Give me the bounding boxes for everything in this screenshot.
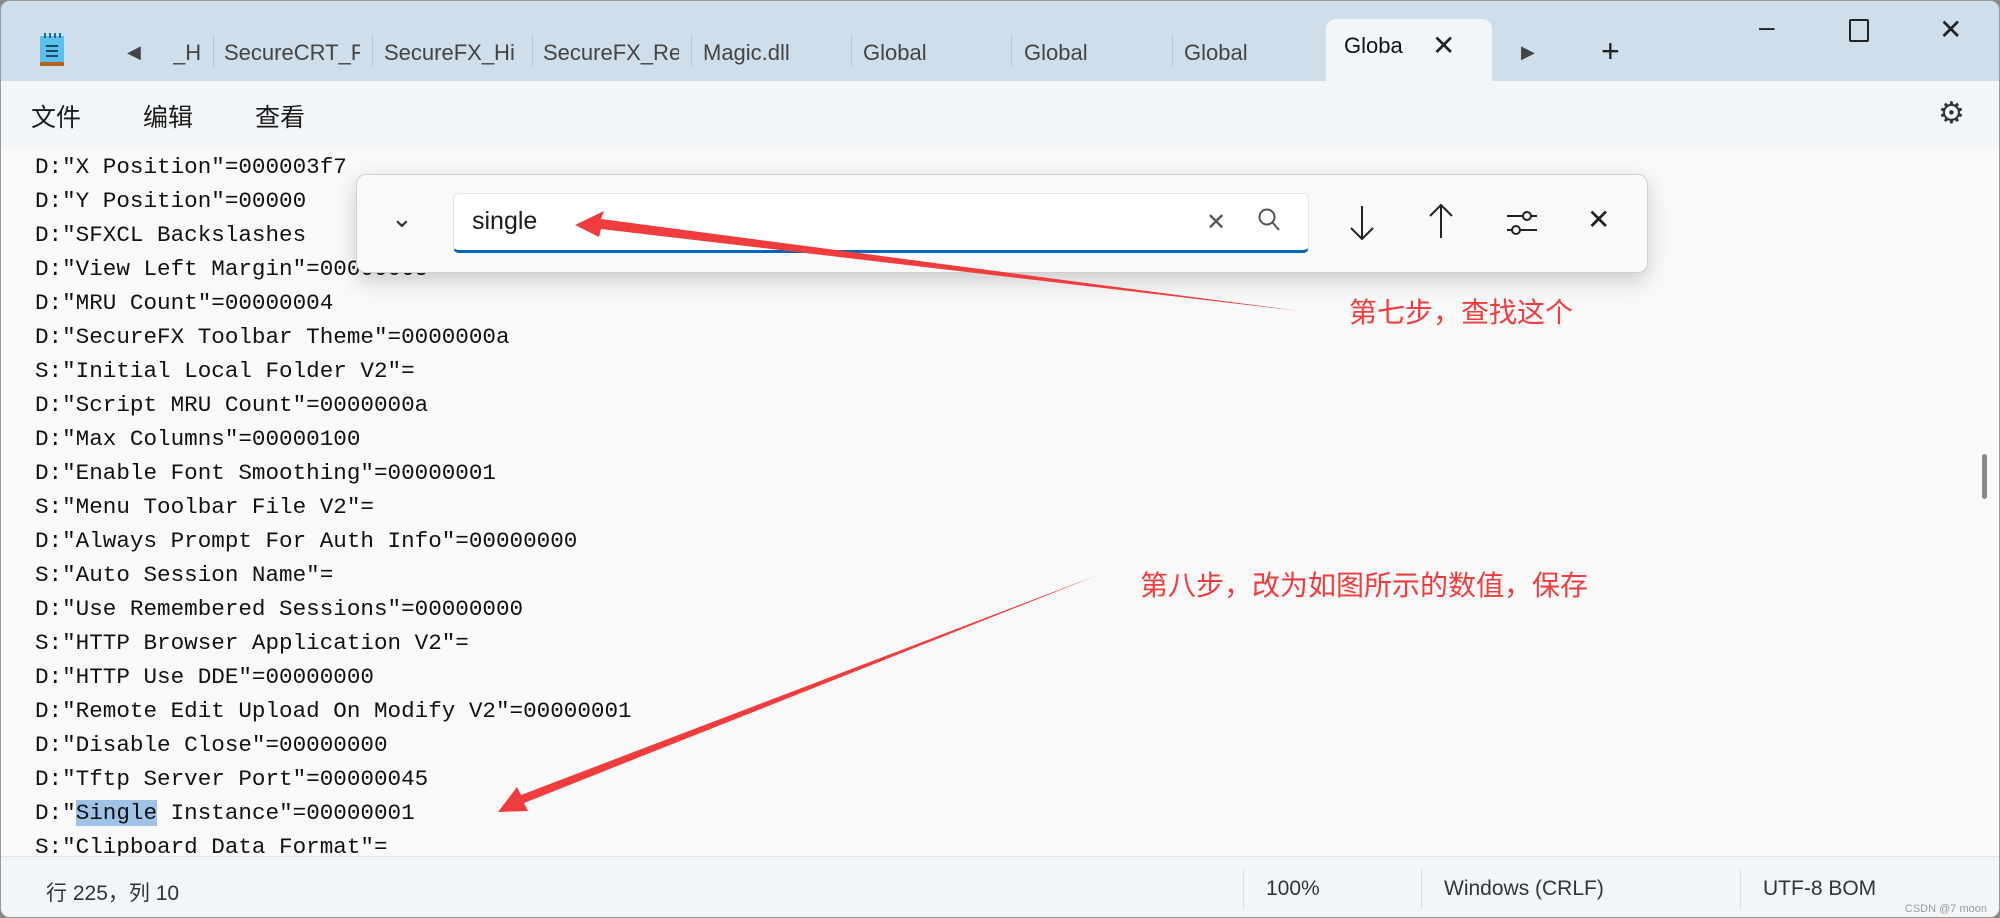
notepad-window: ◀ _H SecureCRT_F SecureFX_Hi SecureFX_Re Mag… [0, 0, 2000, 918]
arrow-to-find-input [575, 211, 1299, 311]
arrow-to-single-instance [498, 575, 1098, 812]
annotation-arrows [498, 211, 1299, 812]
